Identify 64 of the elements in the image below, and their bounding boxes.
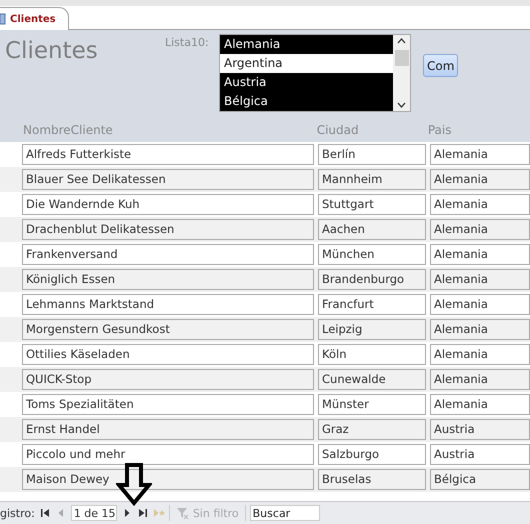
filter-icon: [176, 506, 190, 520]
text-field[interactable]: Alemania: [430, 144, 530, 165]
document-tab[interactable]: Clientes: [0, 7, 69, 30]
text-field[interactable]: Francfurt: [318, 294, 426, 315]
scroll-down-icon[interactable]: [397, 102, 406, 108]
text-field[interactable]: Graz: [318, 419, 426, 440]
listbox-label: Lista10:: [165, 36, 210, 49]
list-item[interactable]: Austria: [220, 73, 393, 92]
text-field[interactable]: Salzburgo: [318, 444, 426, 465]
list-item[interactable]: Bélgica: [220, 92, 393, 111]
text-field[interactable]: Alfreds Futterkiste: [22, 144, 314, 165]
text-field[interactable]: Blauer See Delikatessen: [22, 169, 314, 190]
text-field[interactable]: Alemania: [430, 269, 530, 290]
down-arrow-icon: [116, 463, 152, 507]
text-field[interactable]: Königlich Essen: [22, 269, 314, 290]
column-header: NombreCliente: [23, 123, 114, 137]
text-field[interactable]: Mannheim: [318, 169, 426, 190]
scroll-up-icon[interactable]: [397, 38, 406, 44]
text-field[interactable]: Ernst Handel: [22, 419, 314, 440]
text-field[interactable]: Morgenstern Gesundkost: [22, 319, 314, 340]
text-field[interactable]: Alemania: [430, 344, 530, 365]
record-label: gistro:: [0, 506, 35, 520]
text-field[interactable]: Alemania: [430, 319, 530, 340]
text-field[interactable]: Austria: [430, 444, 530, 465]
text-field[interactable]: Brandenburgo: [318, 269, 426, 290]
text-field[interactable]: Alemania: [430, 169, 530, 190]
column-header: Pais: [428, 123, 452, 137]
text-field[interactable]: München: [318, 244, 426, 265]
text-field[interactable]: Ottilies Käseladen: [22, 344, 314, 365]
last-record-icon[interactable]: [136, 506, 149, 520]
search-field[interactable]: Buscar: [250, 505, 320, 521]
text-field[interactable]: Alemania: [430, 244, 530, 265]
column-header: Ciudad: [316, 123, 360, 137]
text-field[interactable]: Berlín: [318, 144, 426, 165]
text-field[interactable]: Austria: [430, 419, 530, 440]
text-field[interactable]: Stuttgart: [318, 194, 426, 215]
text-field[interactable]: Bélgica: [430, 469, 530, 490]
text-field[interactable]: Lehmanns Marktstand: [22, 294, 314, 315]
text-field[interactable]: Alemania: [430, 369, 530, 390]
text-field[interactable]: Alemania: [430, 394, 530, 415]
text-field[interactable]: Alemania: [430, 194, 530, 215]
text-field[interactable]: Piccolo und mehr: [22, 444, 314, 465]
scroll-thumb[interactable]: [394, 50, 408, 66]
command-button[interactable]: Com: [423, 54, 458, 77]
text-field[interactable]: Münster: [318, 394, 426, 415]
text-field[interactable]: Toms Spezialitäten: [22, 394, 314, 415]
form-title: Clientes: [5, 38, 99, 66]
text-field[interactable]: Köln: [318, 344, 426, 365]
first-record-icon[interactable]: [38, 506, 51, 520]
form-icon: [0, 13, 6, 25]
record-field[interactable]: 1 de 15: [70, 505, 117, 521]
text-field[interactable]: Cunewalde: [318, 369, 426, 390]
text-field[interactable]: Drachenblut Delikatessen: [22, 219, 314, 240]
text-field[interactable]: Maison Dewey: [22, 469, 314, 490]
text-field[interactable]: Alemania: [430, 219, 530, 240]
text-field[interactable]: Bruselas: [318, 469, 426, 490]
text-field[interactable]: Aachen: [318, 219, 426, 240]
country-listbox[interactable]: Alemania Argentina Austria Bélgica: [219, 34, 411, 112]
text-field[interactable]: Alemania: [430, 294, 530, 315]
text-field[interactable]: Frankenversand: [22, 244, 314, 265]
text-field[interactable]: Die Wandernde Kuh: [22, 194, 314, 215]
text-field[interactable]: QUICK-Stop: [22, 369, 314, 390]
text-field[interactable]: Leipzig: [318, 319, 426, 340]
list-item[interactable]: Alemania: [220, 35, 393, 54]
